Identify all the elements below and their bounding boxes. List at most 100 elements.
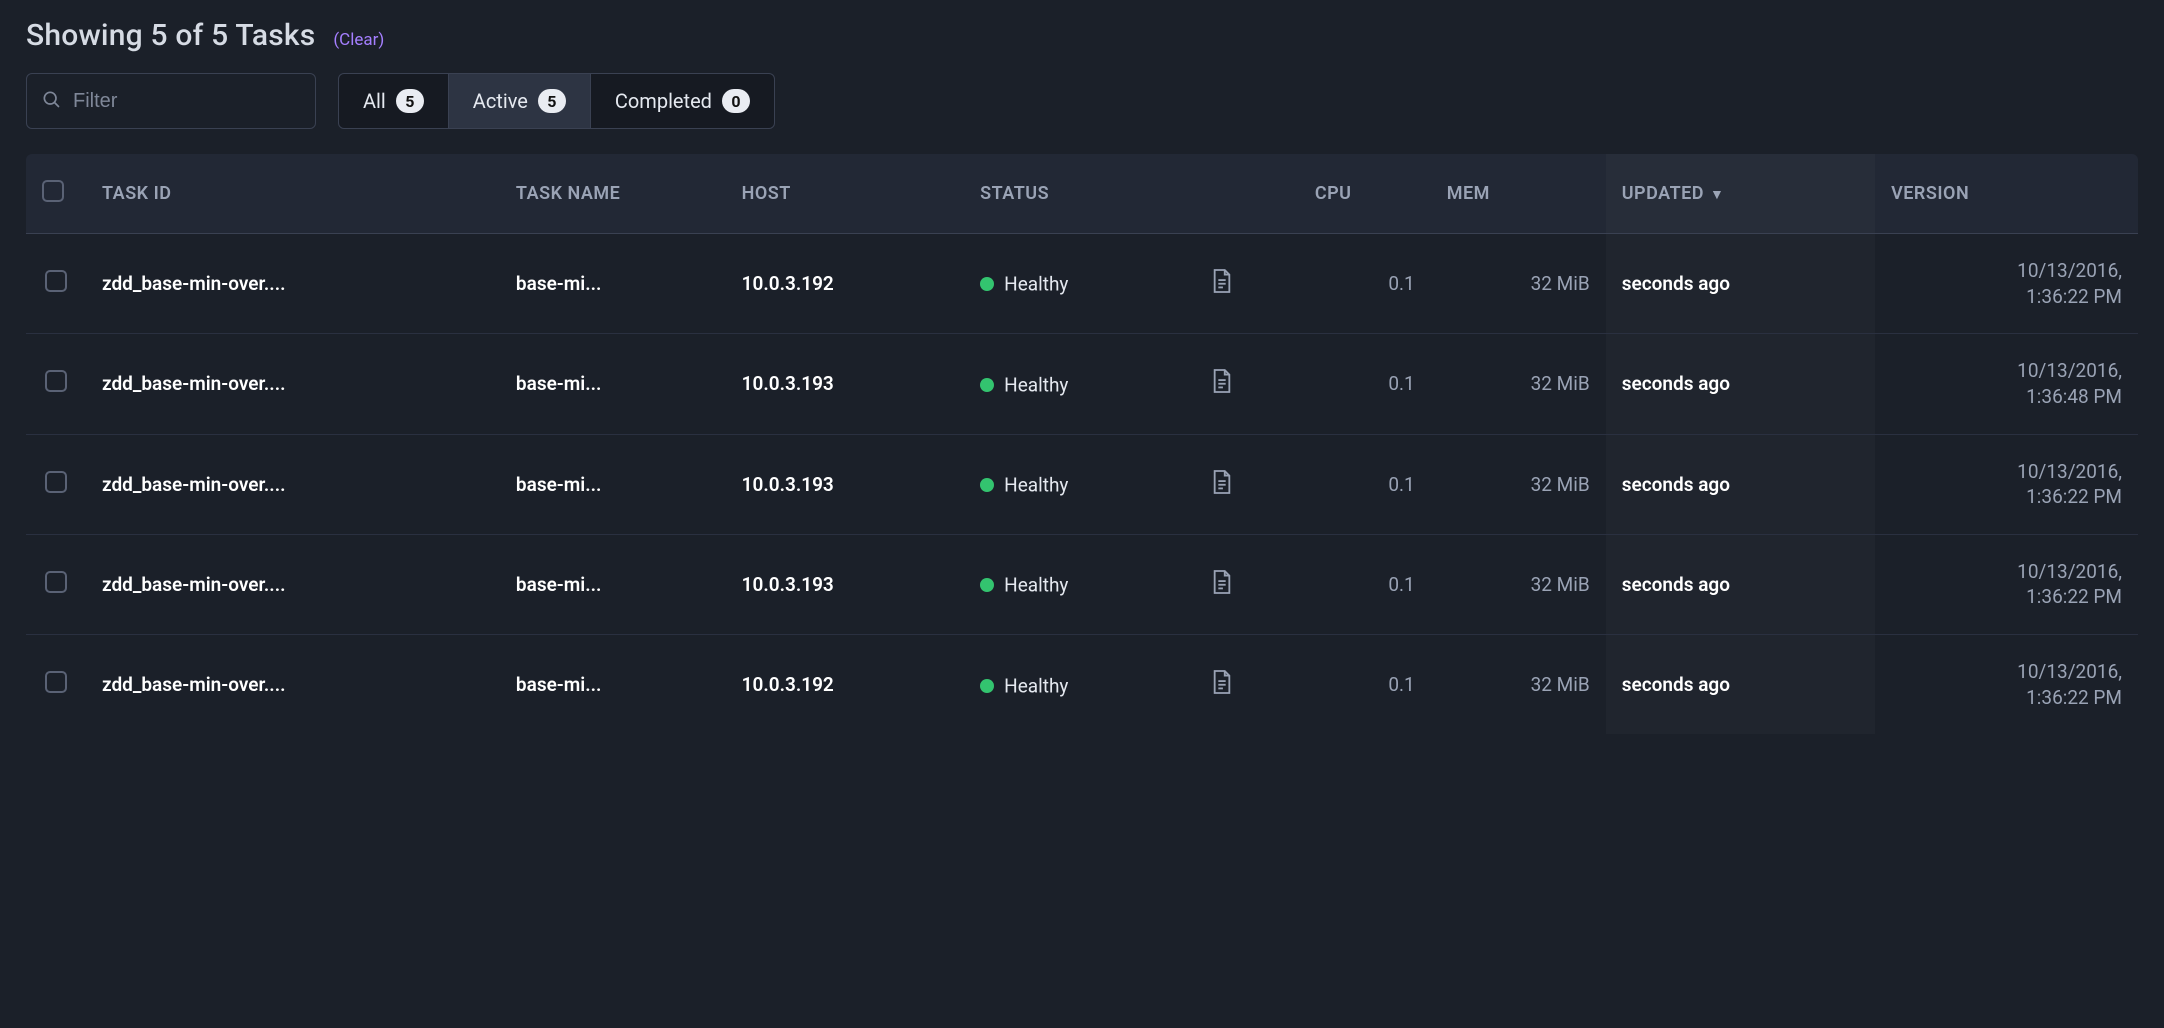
- table-row[interactable]: zdd_base-min-over.... base-mi... 10.0.3.…: [26, 635, 2138, 734]
- cell-host: 10.0.3.193: [726, 435, 965, 535]
- checkbox-icon[interactable]: [45, 370, 67, 392]
- cell-log[interactable]: [1195, 334, 1299, 434]
- cell-cpu: 0.1: [1299, 234, 1431, 334]
- status-dot-icon: [980, 378, 994, 392]
- table-row[interactable]: zdd_base-min-over.... base-mi... 10.0.3.…: [26, 234, 2138, 334]
- cell-updated: seconds ago: [1606, 535, 1875, 635]
- table-row[interactable]: zdd_base-min-over.... base-mi... 10.0.3.…: [26, 334, 2138, 434]
- log-file-icon[interactable]: [1211, 569, 1233, 595]
- col-updated[interactable]: UPDATED▼: [1606, 154, 1875, 234]
- cell-task-name[interactable]: base-mi...: [500, 334, 726, 434]
- log-file-icon[interactable]: [1211, 368, 1233, 394]
- tasks-table: TASK ID TASK NAME HOST STATUS CPU MEM UP…: [26, 154, 2138, 734]
- cell-task-id[interactable]: zdd_base-min-over....: [86, 234, 500, 334]
- cell-status: Healthy: [964, 635, 1195, 734]
- table-header-row: TASK ID TASK NAME HOST STATUS CPU MEM UP…: [26, 154, 2138, 234]
- cell-host: 10.0.3.193: [726, 535, 965, 635]
- cell-log[interactable]: [1195, 635, 1299, 734]
- tab-count: 5: [538, 89, 566, 113]
- row-checkbox[interactable]: [26, 234, 86, 334]
- col-mem[interactable]: MEM: [1431, 154, 1606, 234]
- cell-task-name[interactable]: base-mi...: [500, 635, 726, 734]
- checkbox-icon[interactable]: [45, 471, 67, 493]
- col-version[interactable]: VERSION: [1875, 154, 2138, 234]
- row-checkbox[interactable]: [26, 535, 86, 635]
- cell-version: 10/13/2016,1:36:48 PM: [1875, 334, 2138, 434]
- sort-desc-icon: ▼: [1710, 187, 1724, 203]
- checkbox-icon[interactable]: [45, 671, 67, 693]
- tab-count: 5: [396, 89, 424, 113]
- filter-box[interactable]: [26, 73, 316, 129]
- cell-updated: seconds ago: [1606, 334, 1875, 434]
- table-row[interactable]: zdd_base-min-over.... base-mi... 10.0.3.…: [26, 435, 2138, 535]
- cell-task-id[interactable]: zdd_base-min-over....: [86, 435, 500, 535]
- cell-cpu: 0.1: [1299, 334, 1431, 434]
- checkbox-icon[interactable]: [45, 270, 67, 292]
- status-dot-icon: [980, 578, 994, 592]
- filter-input[interactable]: [71, 89, 340, 114]
- cell-status: Healthy: [964, 334, 1195, 434]
- cell-cpu: 0.1: [1299, 435, 1431, 535]
- row-checkbox[interactable]: [26, 435, 86, 535]
- status-dot-icon: [980, 478, 994, 492]
- cell-host: 10.0.3.193: [726, 334, 965, 434]
- cell-cpu: 0.1: [1299, 535, 1431, 635]
- page-title: Showing 5 of 5 Tasks: [26, 18, 315, 53]
- cell-version: 10/13/2016,1:36:22 PM: [1875, 535, 2138, 635]
- clear-link[interactable]: (Clear): [333, 30, 384, 50]
- cell-host: 10.0.3.192: [726, 234, 965, 334]
- cell-task-name[interactable]: base-mi...: [500, 435, 726, 535]
- cell-cpu: 0.1: [1299, 635, 1431, 734]
- cell-updated: seconds ago: [1606, 435, 1875, 535]
- status-dot-icon: [980, 679, 994, 693]
- cell-mem: 32 MiB: [1431, 234, 1606, 334]
- tab-count: 0: [722, 89, 750, 113]
- cell-version: 10/13/2016,1:36:22 PM: [1875, 435, 2138, 535]
- cell-host: 10.0.3.192: [726, 635, 965, 734]
- cell-task-name[interactable]: base-mi...: [500, 234, 726, 334]
- status-dot-icon: [980, 277, 994, 291]
- checkbox-icon[interactable]: [42, 180, 64, 202]
- cell-status: Healthy: [964, 435, 1195, 535]
- tab-completed[interactable]: Completed 0: [590, 74, 774, 128]
- filter-tabs: All 5 Active 5 Completed 0: [338, 73, 775, 129]
- cell-mem: 32 MiB: [1431, 435, 1606, 535]
- tab-label: Active: [473, 89, 528, 113]
- cell-version: 10/13/2016,1:36:22 PM: [1875, 635, 2138, 734]
- cell-log[interactable]: [1195, 234, 1299, 334]
- tab-active[interactable]: Active 5: [448, 74, 590, 128]
- cell-updated: seconds ago: [1606, 234, 1875, 334]
- checkbox-icon[interactable]: [45, 571, 67, 593]
- cell-mem: 32 MiB: [1431, 334, 1606, 434]
- log-file-icon[interactable]: [1211, 268, 1233, 294]
- col-task-id[interactable]: TASK ID: [86, 154, 500, 234]
- cell-task-id[interactable]: zdd_base-min-over....: [86, 535, 500, 635]
- cell-version: 10/13/2016,1:36:22 PM: [1875, 234, 2138, 334]
- row-checkbox[interactable]: [26, 334, 86, 434]
- tab-all[interactable]: All 5: [339, 74, 448, 128]
- cell-mem: 32 MiB: [1431, 535, 1606, 635]
- cell-status: Healthy: [964, 234, 1195, 334]
- row-checkbox[interactable]: [26, 635, 86, 734]
- col-select-all[interactable]: [26, 154, 86, 234]
- cell-mem: 32 MiB: [1431, 635, 1606, 734]
- cell-task-id[interactable]: zdd_base-min-over....: [86, 334, 500, 434]
- log-file-icon[interactable]: [1211, 669, 1233, 695]
- log-file-icon[interactable]: [1211, 469, 1233, 495]
- cell-task-id[interactable]: zdd_base-min-over....: [86, 635, 500, 734]
- tab-label: Completed: [615, 89, 712, 113]
- cell-log[interactable]: [1195, 435, 1299, 535]
- col-status[interactable]: STATUS: [964, 154, 1195, 234]
- col-log: [1195, 154, 1299, 234]
- table-row[interactable]: zdd_base-min-over.... base-mi... 10.0.3.…: [26, 535, 2138, 635]
- search-icon: [41, 89, 61, 114]
- cell-task-name[interactable]: base-mi...: [500, 535, 726, 635]
- cell-updated: seconds ago: [1606, 635, 1875, 734]
- tab-label: All: [363, 89, 386, 113]
- cell-status: Healthy: [964, 535, 1195, 635]
- col-task-name[interactable]: TASK NAME: [500, 154, 726, 234]
- col-host[interactable]: HOST: [726, 154, 965, 234]
- col-cpu[interactable]: CPU: [1299, 154, 1431, 234]
- cell-log[interactable]: [1195, 535, 1299, 635]
- controls-row: All 5 Active 5 Completed 0: [26, 73, 2138, 129]
